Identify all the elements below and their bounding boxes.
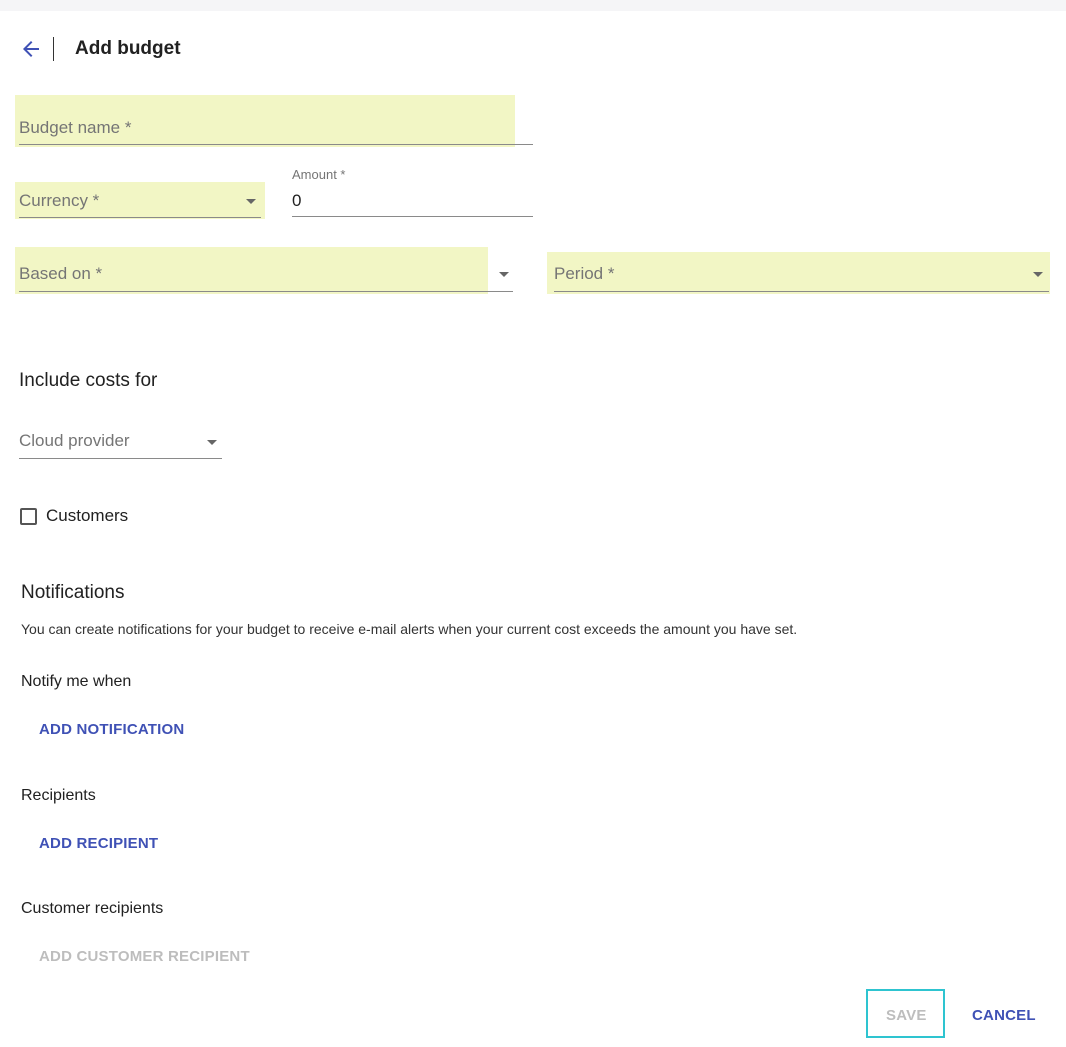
based-on-label: Based on * xyxy=(19,264,103,283)
recipients-label: Recipients xyxy=(21,787,96,804)
budget-name-field[interactable]: Budget name * xyxy=(19,100,533,145)
chevron-down-icon xyxy=(499,272,509,277)
budget-name-underline xyxy=(19,144,533,145)
currency-select[interactable]: Currency * xyxy=(19,182,261,218)
period-select[interactable]: Period * xyxy=(554,255,1049,292)
page-title: Add budget xyxy=(75,38,181,59)
customers-label[interactable]: Customers xyxy=(46,506,128,526)
notify-me-when-label: Notify me when xyxy=(21,673,132,690)
save-button[interactable]: SAVE xyxy=(886,1007,927,1024)
amount-field[interactable]: Amount * 0 xyxy=(292,165,533,217)
add-recipient-button[interactable]: ADD RECIPIENT xyxy=(39,835,158,852)
currency-underline xyxy=(19,217,261,218)
period-label: Period * xyxy=(554,264,615,283)
chevron-down-icon xyxy=(246,199,256,204)
cloud-provider-select[interactable]: Cloud provider xyxy=(19,424,222,459)
top-strip xyxy=(0,0,1066,11)
cancel-button[interactable]: CANCEL xyxy=(972,1007,1036,1024)
chevron-down-icon xyxy=(1033,272,1043,277)
header-divider xyxy=(53,37,54,61)
based-on-select[interactable]: Based on * xyxy=(19,255,513,292)
amount-underline xyxy=(292,216,533,217)
customers-checkbox[interactable] xyxy=(20,508,37,525)
currency-label: Currency * xyxy=(19,191,100,210)
cloud-provider-underline xyxy=(19,458,222,459)
cloud-provider-placeholder: Cloud provider xyxy=(19,431,130,450)
period-underline xyxy=(554,291,1049,292)
customer-recipients-label: Customer recipients xyxy=(21,900,164,917)
notifications-description: You can create notifications for your bu… xyxy=(21,621,798,637)
add-notification-button[interactable]: ADD NOTIFICATION xyxy=(39,721,184,738)
amount-label: Amount * xyxy=(292,167,346,182)
amount-value: 0 xyxy=(292,191,302,210)
arrow-left-icon[interactable] xyxy=(19,37,43,61)
notifications-heading: Notifications xyxy=(21,582,125,603)
chevron-down-icon xyxy=(207,440,217,445)
budget-name-label: Budget name * xyxy=(19,118,132,137)
based-on-underline xyxy=(19,291,513,292)
add-customer-recipient-button[interactable]: ADD CUSTOMER RECIPIENT xyxy=(39,948,250,965)
include-costs-heading: Include costs for xyxy=(19,370,158,391)
